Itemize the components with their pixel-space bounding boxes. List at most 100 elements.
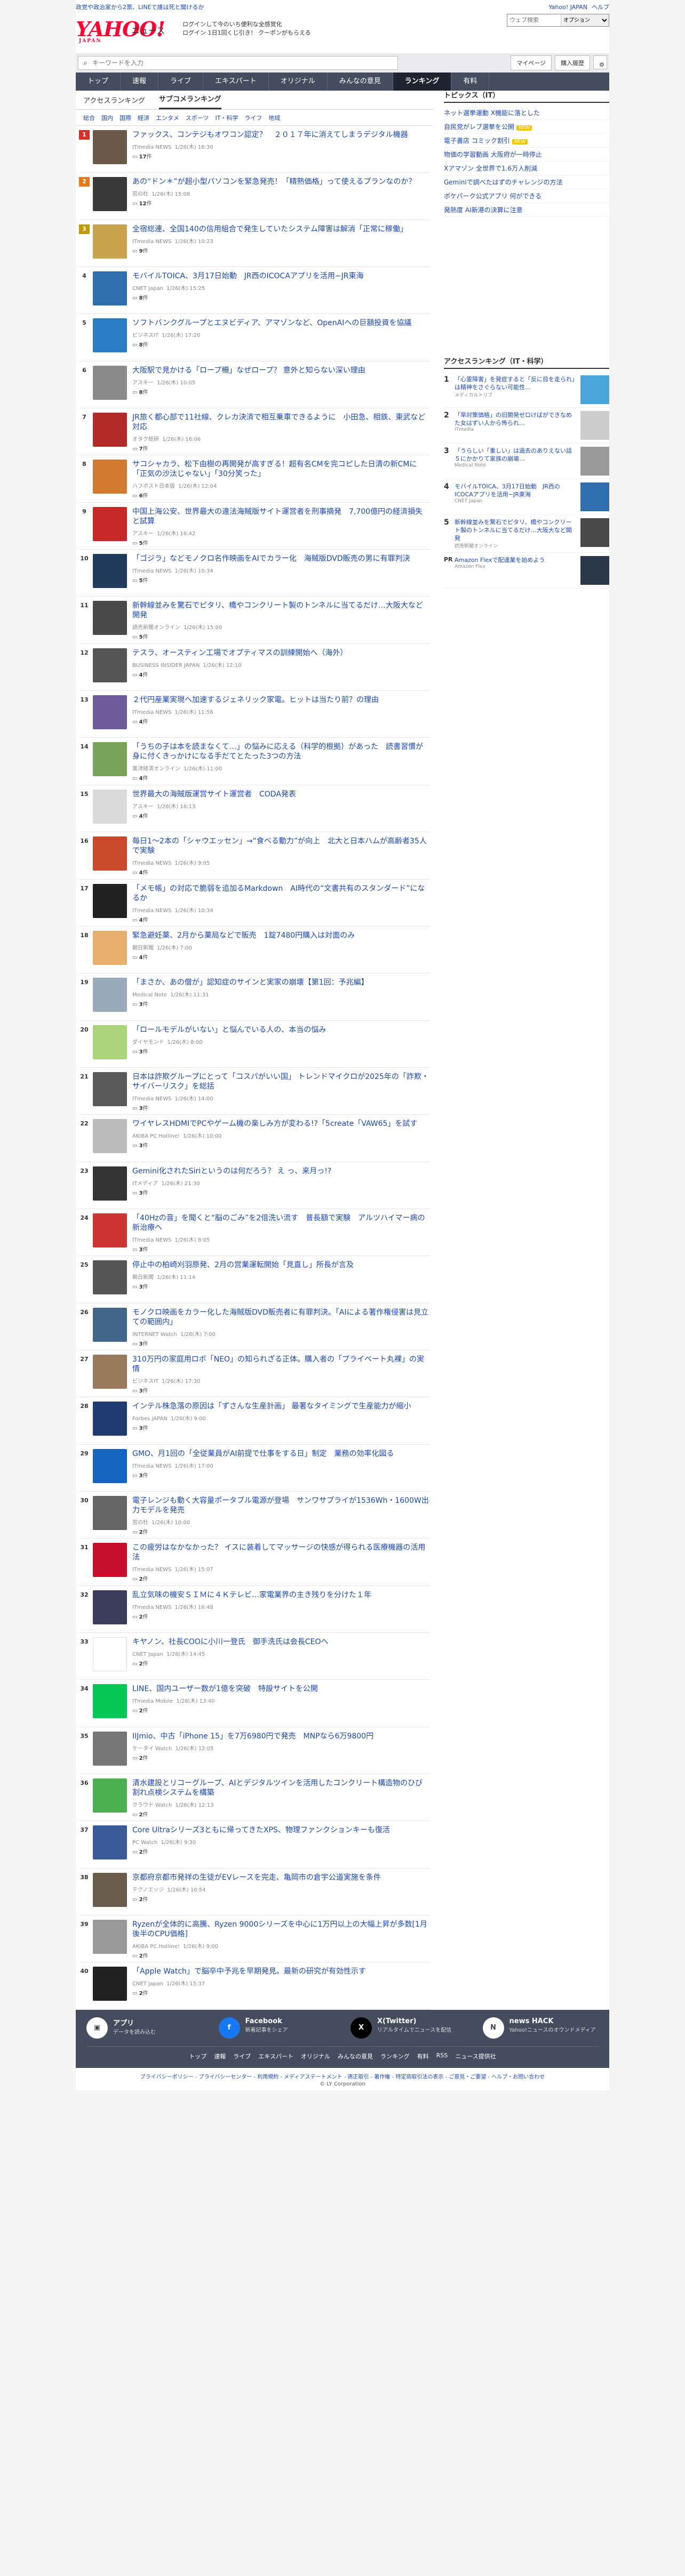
ranking-item[interactable]: 29 GMO、月1回の「全従業員がAI前提で仕事をする日」制定 業務の効率化図る I… [79,1445,430,1492]
comment-count[interactable]: ▭ 9件 [132,246,430,254]
article-title[interactable]: サコシャカラ、松下由樹の再開発が高すぎる！超有名CMを完コピした日清の新CMに「… [132,460,430,479]
cat-economy[interactable]: 経済 [138,114,149,122]
tab-original[interactable]: オリジナル [269,73,328,91]
article-thumbnail[interactable] [93,1354,127,1389]
comment-count[interactable]: ▭ 3件 [132,1386,430,1394]
comment-count[interactable]: ▭ 2件 [132,1574,430,1582]
article-title[interactable]: 310万円の家庭用ロボ「NEO」の知られざる正体。購入者の「プライベート丸裸」の… [132,1355,430,1374]
article-thumbnail[interactable] [93,1260,127,1295]
article-thumbnail[interactable] [93,1025,127,1059]
article-thumbnail[interactable] [93,1920,127,1954]
ranking-item[interactable]: 36 清水建設とリコーグループ、AIとデジタルツインを活用したコンクリート構造物の… [79,1774,430,1822]
comment-count[interactable]: ▭ 12件 [132,199,430,207]
tab-flash[interactable]: 速報 [121,73,159,91]
article-thumbnail[interactable] [93,224,127,259]
access-ranking-item[interactable]: 5 新幹線並みを驚石でピタリ、橋やコンクリート製のトンネルに当てるだけ…大阪大など… [444,515,609,553]
article-title[interactable]: テスラ、オースティン工場でオプティマスの訓練開始へ（海外） [132,648,430,658]
cat-world[interactable]: 国際 [120,114,131,122]
article-title[interactable]: Core Ultraシリーズ3ともに帰ってきたXPS、物理ファンクションキーも復… [132,1825,430,1835]
article-title[interactable]: 電子レンジも動く大容量ポータブル電源が登場 サンワサプライが1536Wh・160… [132,1496,430,1515]
footer-link[interactable]: トップ [189,2052,206,2060]
comment-count[interactable]: ▭ 2件 [132,1847,430,1855]
comment-count[interactable]: ▭ 4件 [132,953,430,961]
comment-count[interactable]: ▭ 3件 [132,1339,430,1347]
comment-count[interactable]: ▭ 8件 [132,388,430,396]
footer-link[interactable]: 速報 [214,2052,226,2060]
ranking-item[interactable]: 26 モノクロ映画をカラー化した海賊版DVD販売者に有罪判決。「AIによる著作権侵… [79,1303,430,1350]
comment-count[interactable]: ▭ 6件 [132,491,430,499]
ranking-item[interactable]: 39 Ryzenが全体的に高騰、Ryzen 9000シリーズを中心に1万円以上の大… [79,1915,430,1963]
article-title[interactable]: キヤノン、社長COOに小川一登氏 御手洗氏は会長CEOへ [132,1637,430,1647]
article-thumbnail[interactable] [93,1166,127,1201]
comment-count[interactable]: ▭ 4件 [132,670,430,678]
article-title[interactable]: ２代円産業実現へ加速するジェネリック家電。ヒットは当たり前？の理由 [132,695,430,705]
article-thumbnail[interactable] [93,271,127,306]
ranking-item[interactable]: 20 「ロールモデルがいない」と悩んでいる人の、本当の悩み ダイヤモンド 1/26(木… [79,1021,430,1068]
article-thumbnail[interactable] [93,1590,127,1624]
footer-link[interactable]: エキスパート [258,2052,293,2060]
article-title[interactable]: 「うちの子は本を読まなくて…」の悩みに応える（科学的根拠）があった 読書習慣が身… [132,742,430,761]
article-thumbnail[interactable] [93,1307,127,1342]
article-title[interactable]: ソフトバンクグループとエヌビディア、アマゾンなど、OpenAIへの巨額投資を協議 [132,318,430,328]
article-thumbnail[interactable] [93,1872,127,1907]
ranking-item[interactable]: 25 停止中の柏崎刈羽原発、2月の営業運転開始「見直し」所長が言及 朝日新聞 1/26… [79,1256,430,1303]
scope-select[interactable]: オプション [561,14,609,26]
comment-count[interactable]: ▭ 2件 [132,1895,430,1903]
ranking-item[interactable]: 30 電子レンジも動く大容量ポータブル電源が登場 サンワサプライが1536Wh・1… [79,1492,430,1539]
article-thumbnail[interactable] [93,601,127,635]
article-title[interactable]: 緊急避妊薬、2月から薬局などで販売 1錠7480円購入は対面のみ [132,931,430,940]
tab-top[interactable]: トップ [76,73,121,91]
access-ranking-item[interactable]: 1 「心霊障害」を発症すると「反に目を走られ」は精神をさぐらない可能性… メディカル… [444,372,609,408]
article-title[interactable]: 京都府京都市発祥の生徒がEVレースを完走、亀岡市の倉宇公道実施を条件 [132,1873,430,1882]
access-ranking-item[interactable]: 4 モバイルTOICA、3月17日始動 JR西のICOCAアプリを活用−JR東海 C… [444,479,609,515]
comment-count[interactable]: ▭ 3件 [132,1104,430,1112]
ranking-item[interactable]: 7 JR旅く都心部で11社線、クレカ決済で相互乗車できるように 小田急、相鉄、東武… [79,408,430,456]
topic-item[interactable]: ネット選挙運動 X機能に落とした [444,106,609,120]
comment-count[interactable]: ▭ 3件 [132,1047,430,1055]
article-thumbnail[interactable] [93,695,127,730]
ranking-item[interactable]: 33 キヤノン、社長COOに小川一登氏 御手洗氏は会長CEOへ CNET Japan… [79,1633,430,1680]
article-thumbnail[interactable] [93,365,127,400]
article-thumbnail[interactable] [93,1967,127,2001]
article-thumbnail[interactable] [93,1543,127,1577]
article-thumbnail[interactable] [93,460,127,494]
ranking-item[interactable]: 3 全宿総連、全国140の信用組合で発生していたシステム障害は解消「正常に稼働」 I… [79,220,430,268]
web-search-input[interactable] [507,14,561,26]
mypage-button[interactable]: マイページ [511,55,552,70]
article-title[interactable]: モノクロ映画をカラー化した海賊版DVD販売者に有罪判決。「AIによる著作権侵害は… [132,1308,430,1327]
cat-entertainment[interactable]: エンタメ [156,114,179,122]
article-title[interactable]: あの“ドン＊”が超小型パソコンを緊急発売！「精熟価格」って使えるプランなのか？ [132,177,430,187]
comment-count[interactable]: ▭ 2件 [132,1527,430,1535]
footer-link[interactable]: 有料 [417,2052,429,2060]
article-title[interactable]: 全宿総連、全国140の信用組合で発生していたシステム障害は解消「正常に稼働」 [132,224,430,234]
comment-count[interactable]: ▭ 3件 [132,1141,430,1149]
footer-link[interactable]: ライブ [233,2052,251,2060]
comment-count[interactable]: ▭ 5件 [132,632,430,640]
comment-count[interactable]: ▭ 5件 [132,576,430,584]
comment-count[interactable]: ▭ 4件 [132,811,430,819]
comment-count[interactable]: ▭ 3件 [132,1471,430,1479]
comment-count[interactable]: ▭ 2件 [132,1810,430,1818]
article-title[interactable]: Ryzenが全体的に高騰、Ryzen 9000シリーズを中心に1万円以上の大幅上… [132,1920,430,1939]
cat-it[interactable]: IT・科学 [215,114,238,122]
article-thumbnail[interactable] [93,1825,127,1860]
comment-count[interactable]: ▭ 8件 [132,293,430,301]
article-title[interactable]: 世界最大の海賊版運営サイト運営者 CODA発表 [132,790,430,799]
comment-count[interactable]: ▭ 3件 [132,1188,430,1196]
comment-count[interactable]: ▭ 4件 [132,774,430,782]
topic-item[interactable]: Geminiで調べたはずのチャレンジの方法 [444,175,609,189]
yahoo-japan-link[interactable]: Yahoo! JAPAN [548,4,587,11]
article-thumbnail[interactable] [93,1402,127,1436]
ranking-item[interactable]: 8 サコシャカラ、松下由樹の再開発が高すぎる！超有名CMを完コピした日清の新CMに… [79,455,430,503]
comment-count[interactable]: ▭ 2件 [132,1659,430,1667]
article-thumbnail[interactable] [93,883,127,918]
article-thumbnail[interactable] [93,506,127,541]
ranking-item[interactable]: 24 「40Hzの音」を聞くと“脳のごみ”を2倍洗い流す 普長額で実験 アルツハイ… [79,1209,430,1257]
article-thumbnail[interactable] [93,1448,127,1483]
tab-live[interactable]: ライブ [158,73,204,91]
article-thumbnail[interactable] [93,1637,127,1671]
footer-app[interactable]: ▣ アプリ データを読み込む [86,2017,203,2039]
topic-item[interactable]: 自民党がレブ選挙を公開 NEW [444,120,609,134]
footer-link[interactable]: ニュース提供社 [455,2052,496,2060]
article-title[interactable]: 「メモ帳」の対応で脆弱を追加るMarkdown AI時代の“文書共有のスタンダー… [132,884,430,903]
